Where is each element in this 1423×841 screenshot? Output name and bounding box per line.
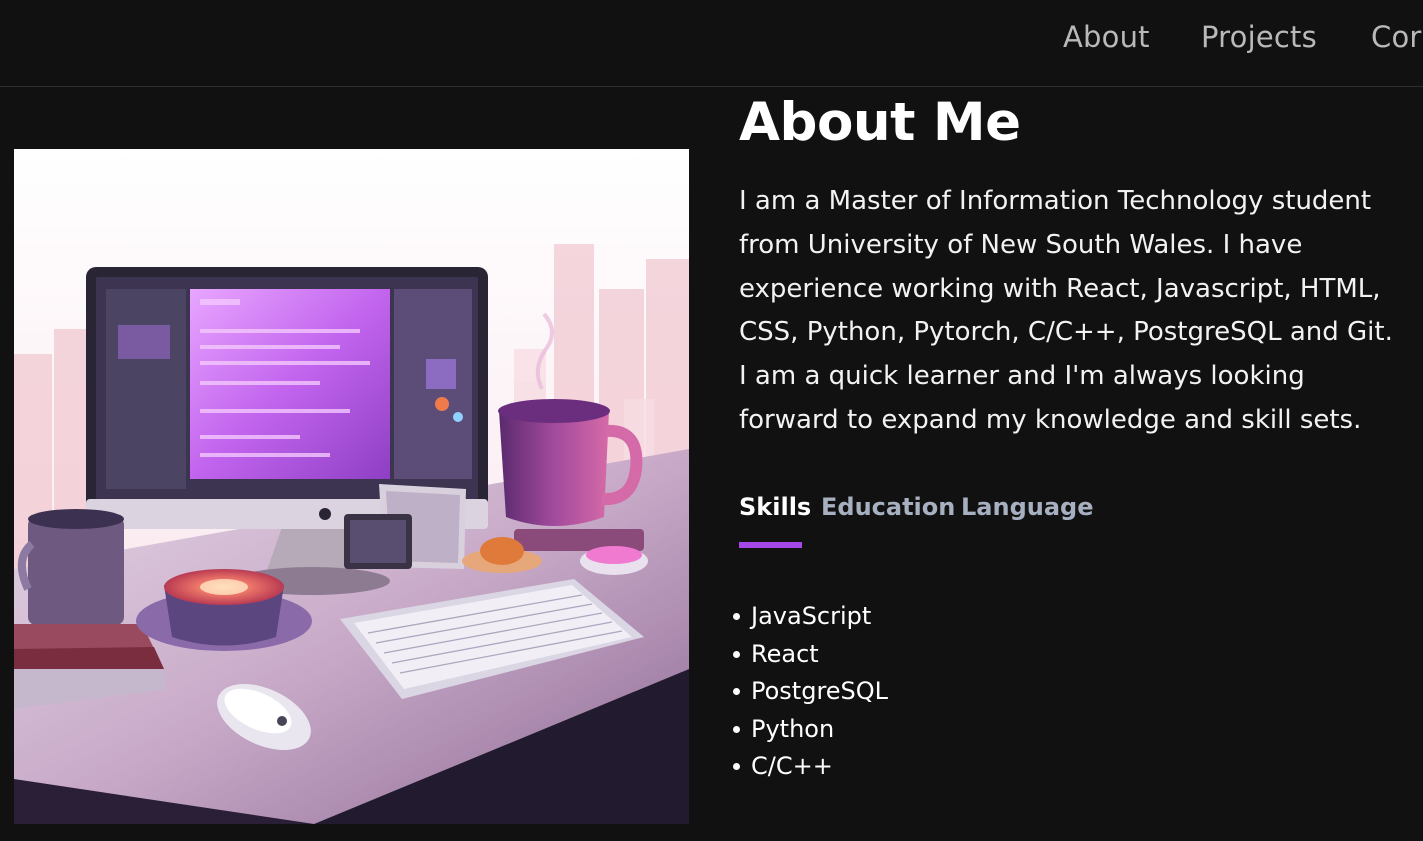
bio-line: experience working with React, Javascrip… xyxy=(739,273,1381,304)
active-tab-underline xyxy=(739,542,802,548)
bullet-icon xyxy=(733,725,740,733)
tab-skills[interactable]: Skills xyxy=(739,493,811,521)
bio-line: I am a Master of Information Technology … xyxy=(739,186,1372,216)
about-bio: I am a Master of Information Technology … xyxy=(739,180,1423,443)
list-item: Python xyxy=(733,711,888,749)
skill-label: React xyxy=(751,639,819,668)
tab-education[interactable]: Education xyxy=(821,493,955,521)
top-navbar: About Projects Cor xyxy=(0,0,1423,87)
bullet-icon xyxy=(733,688,740,695)
skill-label: Python xyxy=(751,714,835,743)
bio-line: I am a quick learner and I'm always look… xyxy=(739,361,1305,392)
nav-link-about[interactable]: About xyxy=(1063,20,1150,54)
skills-list: JavaScript React PostgreSQL Python C/C++ xyxy=(733,598,889,786)
page-title: About Me xyxy=(739,92,1021,153)
bio-line: CSS, Python, Pytorch, C/C++, PostgreSQL … xyxy=(739,317,1393,348)
skill-label: C/C++ xyxy=(751,752,833,780)
bullet-icon xyxy=(733,763,740,770)
desk-workspace-illustration xyxy=(14,149,689,824)
bio-line: forward to expand my knowledge and skill… xyxy=(739,404,1362,435)
bullet-icon xyxy=(733,613,740,620)
nav-link-projects[interactable]: Projects xyxy=(1201,20,1317,54)
skill-label: PostgreSQL xyxy=(751,677,889,705)
bullet-icon xyxy=(733,650,740,658)
list-item: C/C++ xyxy=(733,748,888,786)
list-item: React xyxy=(733,636,888,674)
skill-label: JavaScript xyxy=(751,602,872,630)
portfolio-page: About Projects Cor About Me I am a Maste… xyxy=(0,0,1423,841)
tab-language[interactable]: Language xyxy=(961,493,1094,521)
list-item: PostgreSQL xyxy=(733,673,889,711)
nav-link-contact[interactable]: Cor xyxy=(1371,20,1422,54)
list-item: JavaScript xyxy=(733,598,888,636)
bio-line: from University of New South Wales. I ha… xyxy=(739,229,1303,260)
